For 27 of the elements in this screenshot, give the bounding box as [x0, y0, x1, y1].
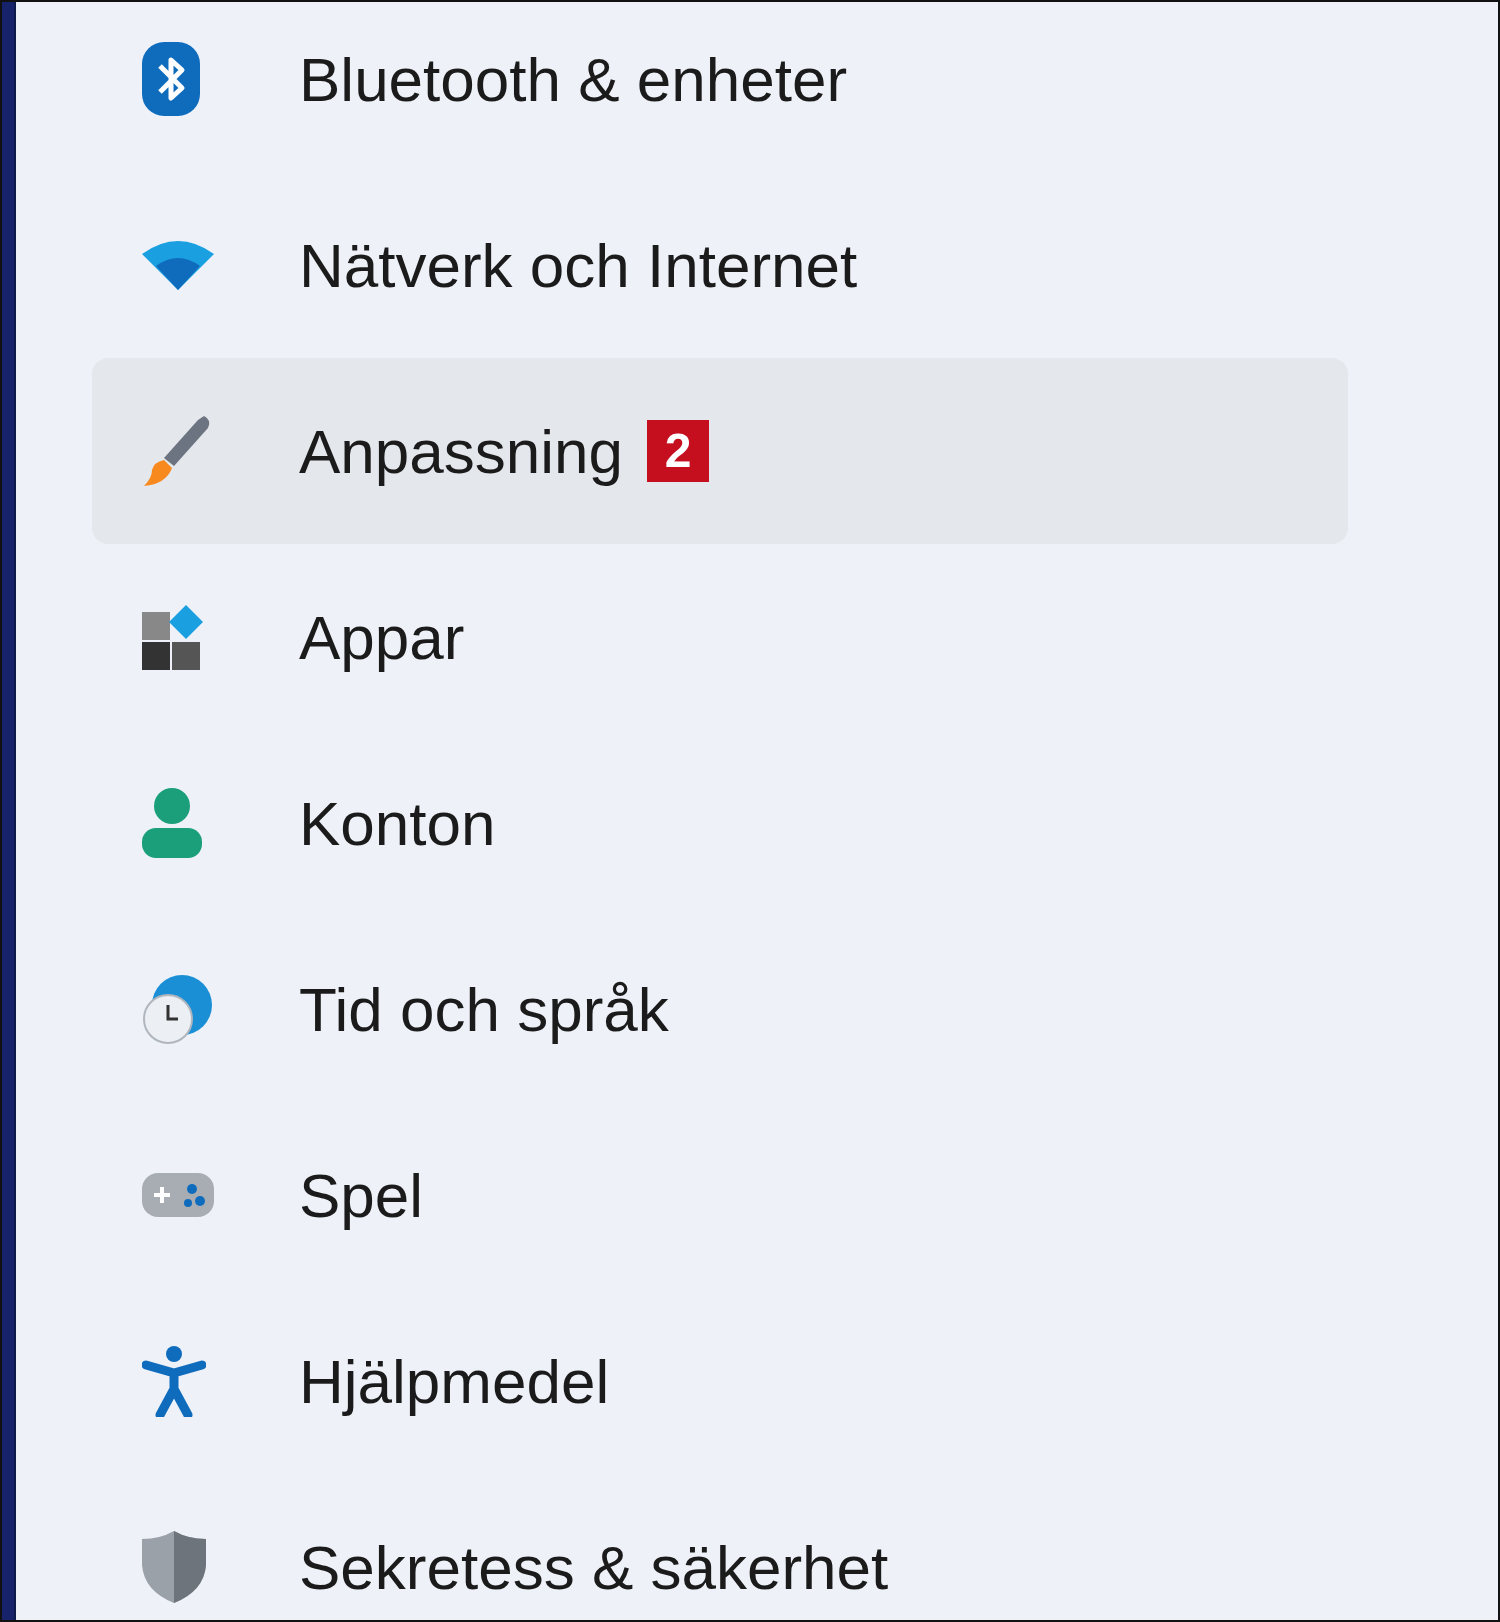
nav-label: Anpassning — [299, 415, 624, 488]
nav-item[interactable]: Hjälpmedel — [92, 1288, 1348, 1474]
gamepad-icon — [142, 1173, 214, 1217]
nav-label: Nätverk och Internet — [299, 229, 858, 302]
shield-icon — [142, 1531, 206, 1603]
nav-label: Tid och språk — [299, 973, 669, 1046]
nav-item[interactable]: Bluetooth & enheter — [92, 2, 1348, 172]
nav-item[interactable]: Appar — [92, 544, 1348, 730]
wifi-icon — [142, 240, 214, 290]
nav-item[interactable]: Tid och språk — [92, 916, 1348, 1102]
nav-item[interactable]: Nätverk och Internet — [92, 172, 1348, 358]
nav-label: Hjälpmedel — [299, 1345, 610, 1418]
bluetooth-icon — [142, 42, 200, 116]
person-icon — [142, 788, 202, 858]
nav-item[interactable]: Spel — [92, 1102, 1348, 1288]
accessibility-icon — [142, 1345, 206, 1417]
nav-label: Sekretess & säkerhet — [299, 1531, 889, 1604]
nav-label: Bluetooth & enheter — [299, 43, 848, 116]
nav-item[interactable]: Sekretess & säkerhet — [92, 1474, 1348, 1620]
nav-label: Konton — [299, 787, 496, 860]
nav-item[interactable]: Konton — [92, 730, 1348, 916]
nav-label: Spel — [299, 1159, 424, 1232]
paintbrush-icon — [142, 414, 212, 488]
notification-badge: 2 — [647, 420, 710, 482]
clock-globe-icon — [142, 973, 214, 1045]
nav-item[interactable]: Anpassning 2 — [92, 358, 1348, 544]
nav-label: Appar — [299, 601, 465, 674]
